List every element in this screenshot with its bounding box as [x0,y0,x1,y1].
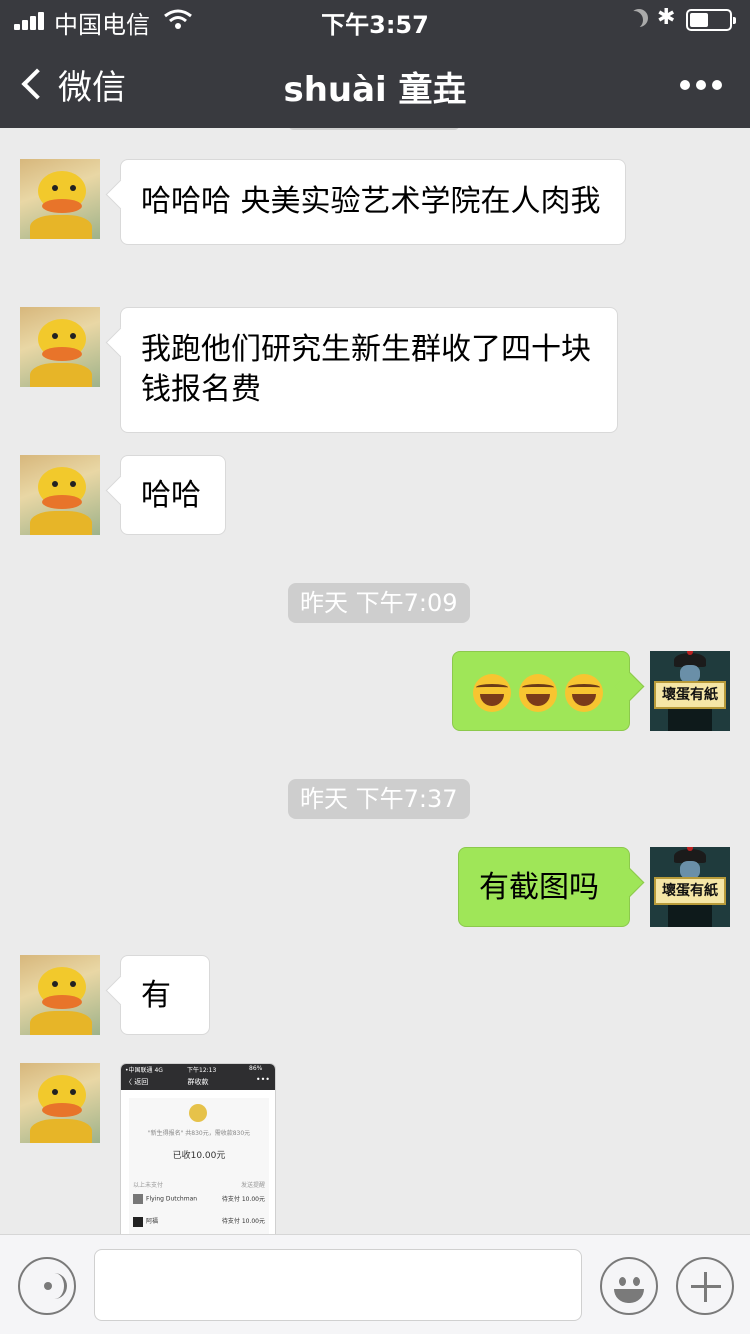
chat-title: shuài 童垚 [283,70,467,110]
thumb-summary: "新生得报名" 共830元，需收款830元 [147,1130,251,1137]
thumb-nav-bar: •中国联通 4G 下午12:13 86% 〈 返回 群收款 ••• [121,1064,275,1090]
tears-of-joy-emoji-icon [565,673,603,712]
thumb-time: 下午12:13 [187,1067,217,1074]
contact-avatar[interactable] [20,159,100,239]
incoming-message[interactable]: 有 [120,955,210,1035]
voice-icon[interactable] [18,1257,76,1315]
contact-avatar[interactable] [20,455,100,535]
message-text: 有 [141,978,171,1013]
incoming-message[interactable]: 哈哈 [120,455,226,535]
thumb-more: ••• [255,1075,270,1084]
plus-icon[interactable] [676,1257,734,1315]
input-bar [0,1234,750,1334]
message-list[interactable]: 哈哈哈 央美实验艺术学院在人肉我 我跑他们研究生新生群收了四十块钱报名费 哈哈 … [0,128,750,1234]
emoji-icon[interactable] [600,1257,658,1315]
bluetooth-icon: ✱ [657,5,676,30]
thumb-avatar [189,1104,207,1122]
message-text: 哈哈哈 央美实验艺术学院在人肉我 [141,184,601,219]
battery-icon [686,9,736,31]
moon-icon [630,9,648,27]
tears-of-joy-emoji-icon [473,673,511,712]
my-avatar[interactable]: 壞蛋有紙 [650,847,730,927]
thumb-row-status: 待支付 10.00元 [221,1218,265,1225]
timestamp: 昨天 下午7:37 [288,779,470,819]
my-avatar[interactable]: 壞蛋有紙 [650,651,730,731]
thumb-row-name: Flying Dutchman [146,1195,198,1203]
avatar-scroll-text: 壞蛋有紙 [654,681,726,709]
status-bar: 中国电信 下午3:57 ✱ [0,0,750,40]
timestamp: 昨天 下午7:09 [288,583,470,623]
tears-of-joy-emoji-icon [519,673,557,712]
partial-timestamp [288,128,460,130]
image-message[interactable]: •中国联通 4G 下午12:13 86% 〈 返回 群收款 ••• "新生得报名… [120,1063,276,1234]
more-dots-icon[interactable] [680,80,722,90]
outgoing-message[interactable] [452,651,630,731]
message-text: 我跑他们研究生新生群收了四十块钱报名费 [141,332,591,407]
thumb-amount: 已收10.00元 [172,1151,226,1161]
message-text: 有截图吗 [479,870,599,905]
incoming-message[interactable]: 我跑他们研究生新生群收了四十块钱报名费 [120,307,618,433]
thumb-status: •中国联通 4G [125,1067,163,1074]
incoming-message[interactable]: 哈哈哈 央美实验艺术学院在人肉我 [120,159,626,245]
thumb-section-left: 以上未支付 [133,1182,164,1189]
thumb-battery: 86% [249,1065,263,1072]
thumb-section-right: 发送提醒 [240,1182,265,1189]
thumb-title: 群收款 [187,1078,209,1086]
message-input[interactable] [94,1249,582,1321]
contact-avatar[interactable] [20,1063,100,1143]
thumb-card: "新生得报名" 共830元，需收款830元 已收10.00元 以上未支付 发送提… [129,1098,269,1234]
message-text: 哈哈 [141,478,201,513]
outgoing-message[interactable]: 有截图吗 [458,847,630,927]
thumb-row-status: 待支付 10.00元 [221,1196,265,1203]
contact-avatar[interactable] [20,955,100,1035]
contact-avatar[interactable] [20,307,100,387]
avatar-scroll-text: 壞蛋有紙 [654,877,726,905]
top-bar: 中国电信 下午3:57 ✱ 微信 shuài 童垚 [0,0,750,128]
thumb-row-name: 阿福 [146,1218,159,1225]
